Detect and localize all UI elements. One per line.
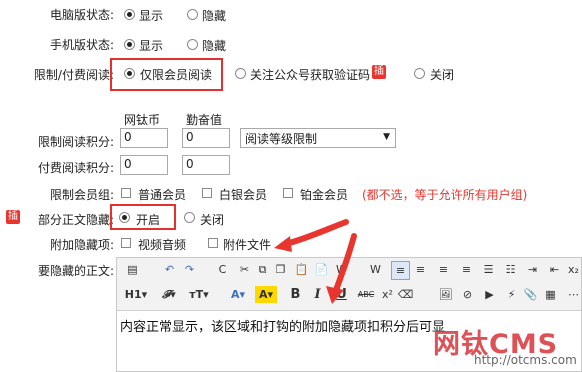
restrict-wechat-radio[interactable] — [235, 68, 246, 79]
chevron-down-icon: ▼ — [383, 132, 390, 142]
bold-icon[interactable]: B — [287, 286, 304, 303]
restrict-off-radio[interactable] — [414, 68, 425, 79]
pc-status-hide-radio[interactable] — [187, 9, 198, 20]
link-icon[interactable]: ⊘ — [459, 286, 476, 303]
image-icon[interactable]: 🖼 — [437, 286, 454, 303]
restrict-pay-label: 限制/付费阅读: — [33, 68, 114, 82]
attachment-icon[interactable]: 📎 — [522, 286, 539, 303]
reading-level-select[interactable]: 阅读等级限制 ▼ — [240, 128, 396, 148]
partial-hide-off-radio[interactable] — [184, 212, 195, 223]
watermark-url: http://otcms.com — [474, 353, 577, 367]
align-justify-icon[interactable]: ≡ — [458, 261, 475, 278]
copy-icon[interactable]: ⧉ — [254, 261, 271, 278]
paste-icon[interactable]: 📋 — [293, 261, 310, 278]
pay-coin-input[interactable]: 0 — [120, 155, 168, 175]
restrict-coin-input[interactable]: 0 — [120, 128, 168, 148]
ordered-list-icon[interactable]: ☰ — [480, 261, 497, 278]
subscript-icon[interactable]: x₂ — [565, 261, 582, 278]
group-silver-checkbox[interactable] — [202, 188, 212, 198]
group-normal-checkbox[interactable] — [121, 188, 131, 198]
cut-icon[interactable]: ✂ — [236, 261, 253, 278]
pc-status-hide-label: 隐藏 — [202, 9, 227, 23]
editor-content[interactable]: 内容正常显示，该区域和打钩的附加隐藏项扣积分后可显 — [120, 316, 445, 335]
align-center-icon[interactable]: ≡ — [412, 261, 429, 278]
plugin-badge-icon: 插 — [372, 65, 386, 79]
extra-video-label: 视频音频 — [138, 238, 187, 252]
extra-hide-label: 附加隐藏项: — [49, 238, 114, 252]
pc-status-label: 电脑版状态: — [49, 8, 114, 22]
plugin-badge-icon: 插 — [6, 210, 20, 224]
indent-icon[interactable]: ⇥ — [524, 261, 541, 278]
extra-video-checkbox[interactable] — [121, 238, 131, 248]
clear-format-icon[interactable]: ⌫ — [397, 286, 414, 303]
member-group-note: (都不选，等于允许所有用户组) — [362, 188, 528, 202]
partial-hide-off-label: 关闭 — [200, 213, 225, 227]
code-icon[interactable]: C — [214, 261, 231, 278]
superscript-icon[interactable]: x² — [379, 286, 396, 303]
mobile-status-hide-label: 隐藏 — [202, 39, 227, 53]
source-icon[interactable]: ▤ — [124, 261, 141, 278]
font-family-dropdown-icon[interactable]: 𝓕▾ — [157, 286, 181, 303]
pc-status-show-label: 显示 — [139, 9, 164, 23]
paste-word-icon[interactable]: W — [367, 261, 384, 278]
pay-points-label: 付费阅读积分: — [37, 161, 114, 175]
annotation-arrow-icon — [326, 233, 357, 304]
restrict-diligence-input[interactable]: 0 — [182, 128, 230, 148]
mobile-status-show-radio[interactable] — [124, 39, 135, 50]
pay-diligence-input[interactable]: 0 — [182, 155, 230, 175]
heading-dropdown-label: H1 — [124, 288, 142, 301]
partial-hide-on-radio[interactable] — [119, 212, 130, 223]
copy-format-icon[interactable]: ❐ — [272, 261, 289, 278]
group-platinum-checkbox[interactable] — [283, 188, 293, 198]
redo-icon[interactable]: ↷ — [181, 261, 198, 278]
mobile-status-label: 手机版状态: — [49, 38, 114, 52]
hidden-body-label: 要隐藏的正文: — [37, 264, 114, 278]
pc-status-show-radio[interactable] — [124, 9, 135, 20]
group-silver-label: 白银会员 — [219, 188, 268, 202]
align-left-icon[interactable]: ≡ — [391, 261, 410, 280]
reading-level-select-value: 阅读等级限制 — [245, 132, 318, 146]
mobile-status-show-label: 显示 — [139, 39, 164, 53]
restrict-off-label: 关闭 — [430, 68, 455, 82]
flash-icon[interactable]: ⚡ — [503, 286, 520, 303]
outdent-icon[interactable]: ⇤ — [546, 261, 563, 278]
highlight-color-icon[interactable]: A▾ — [255, 286, 277, 303]
table-icon[interactable]: ▦ — [542, 286, 559, 303]
unordered-list-icon[interactable]: ☷ — [502, 261, 519, 278]
font-color-icon[interactable]: A▾ — [227, 286, 249, 303]
col-header-diligence: 勤奋值 — [186, 113, 223, 127]
member-group-label: 限制会员组: — [49, 188, 114, 202]
group-normal-label: 普通会员 — [138, 188, 187, 202]
align-right-icon[interactable]: ≡ — [435, 261, 452, 278]
extra-attachment-checkbox[interactable] — [208, 238, 218, 248]
restrict-points-label: 限制阅读积分: — [37, 135, 114, 149]
restrict-wechat-label: 关注公众号获取验证码 — [250, 68, 371, 82]
col-header-coin: 网钛币 — [124, 113, 161, 127]
restrict-member-only-label: 仅限会员阅读 — [140, 68, 213, 82]
media-icon[interactable]: ▶ — [481, 286, 498, 303]
group-platinum-label: 铂金会员 — [300, 188, 349, 202]
more-icon[interactable]: ⋯ — [565, 286, 582, 303]
restrict-member-only-radio[interactable] — [124, 68, 135, 79]
heading-dropdown[interactable]: H1 ▾ — [123, 286, 149, 303]
font-size-dropdown-icon[interactable]: тT▾ — [187, 286, 211, 303]
undo-icon[interactable]: ↶ — [161, 261, 178, 278]
partial-hide-on-label: 开启 — [136, 213, 161, 227]
partial-hide-label: 部分正文隐藏: — [37, 213, 114, 227]
mobile-status-hide-radio[interactable] — [187, 39, 198, 50]
extra-attachment-label: 附件文件 — [223, 238, 272, 252]
